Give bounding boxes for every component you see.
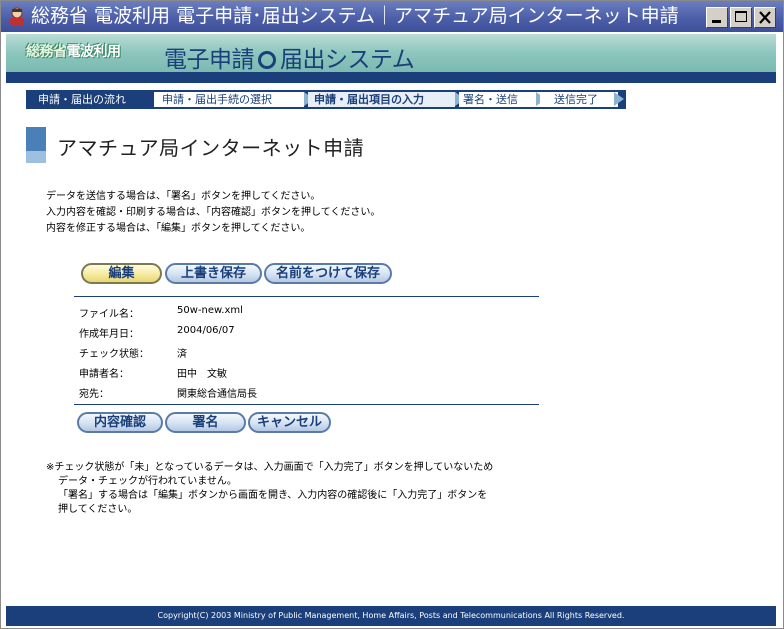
confirm-content-button[interactable]: 内容確認 <box>77 412 163 433</box>
ministry-app-icon <box>10 7 24 25</box>
radio-use-label: 電波利用 <box>66 44 122 60</box>
step-send-complete: 送信完了 <box>554 93 598 106</box>
created-date-value: 2004/06/07 <box>177 325 235 336</box>
maximize-button[interactable] <box>730 7 752 28</box>
system-name-part1: 電子申請 <box>164 47 255 72</box>
maximize-icon <box>735 11 747 22</box>
ministry-name: 総務省 <box>26 44 67 60</box>
divider <box>74 296 539 297</box>
close-button[interactable] <box>754 7 776 28</box>
file-name-value: 50w-new.xml <box>177 305 243 316</box>
edit-button[interactable]: 編集 <box>81 263 162 284</box>
applicant-name-value: 田中 文敏 <box>177 369 227 380</box>
page-title: アマチュア局インターネット申請 <box>57 136 365 160</box>
instruction-text: データを送信する場合は、「署名」ボタンを押してください。 <box>46 191 321 202</box>
system-name-part2: 届出システム <box>280 47 415 72</box>
minimize-icon <box>712 20 721 23</box>
save-as-button[interactable]: 名前をつけて保存 <box>264 263 392 284</box>
banner-divider <box>6 72 776 83</box>
ministry-logo: 総務省電波利用 <box>26 41 121 61</box>
note-text: 押してください。 <box>58 504 138 515</box>
file-name-label: ファイル名： <box>79 309 139 320</box>
step-input-items: 申請・届出項目の入力 <box>314 93 424 106</box>
step-select-procedure: 申請・届出手続の選択 <box>162 93 272 106</box>
addressee-label: 宛先： <box>79 389 109 400</box>
window-title: 総務省 電波利用 電子申請･届出システム｜アマチュア局インターネット申請 <box>31 5 679 27</box>
chevron-right-icon <box>614 92 624 106</box>
check-status-value: 済 <box>177 349 187 360</box>
close-icon <box>759 11 771 24</box>
check-status-label: チェック状態： <box>79 349 149 360</box>
steps-flow-label: 申請・届出の流れ <box>38 93 126 106</box>
divider <box>74 404 539 405</box>
copyright-footer: Copyright(C) 2003 Ministry of Public Man… <box>6 606 776 626</box>
note-text: ※チェック状態が「未」となっているデータは、入力画面で「入力完了」ボタンを押して… <box>46 462 494 473</box>
applicant-name-label: 申請者名： <box>79 369 129 380</box>
note-text: データ・チェックが行われていません。 <box>58 476 237 487</box>
created-date-label: 作成年月日： <box>79 329 139 340</box>
system-logo: 電子申請 届出システム <box>164 40 415 72</box>
sign-button[interactable]: 署名 <box>165 412 246 433</box>
instruction-text: 内容を修正する場合は、「編集」ボタンを押してください。 <box>46 223 311 234</box>
process-steps: 申請・届出の流れ 申請・届出手続の選択 申請・届出項目の入力 署名・送信 送信完… <box>26 90 626 109</box>
overwrite-save-button[interactable]: 上書き保存 <box>165 263 262 284</box>
title-bar[interactable]: 総務省 電波利用 電子申請･届出システム｜アマチュア局インターネット申請 <box>1 1 783 32</box>
cancel-button[interactable]: キャンセル <box>248 412 331 433</box>
browser-window: 総務省 電波利用 電子申請･届出システム｜アマチュア局インターネット申請 総務省… <box>0 0 784 629</box>
step-sign-send: 署名・送信 <box>463 93 518 106</box>
system-banner: 総務省電波利用 電子申請 届出システム <box>6 34 776 72</box>
system-mark-icon <box>258 51 276 69</box>
heading-accent <box>26 127 46 163</box>
minimize-button[interactable] <box>706 7 728 28</box>
addressee-value: 関東総合通信局長 <box>177 389 257 400</box>
note-text: 「署名」する場合は「編集」ボタンから画面を開き、入力内容の確認後に「入力完了」ボ… <box>58 490 488 501</box>
instruction-text: 入力内容を確認・印刷する場合は、「内容確認」ボタンを押してください。 <box>46 207 381 218</box>
